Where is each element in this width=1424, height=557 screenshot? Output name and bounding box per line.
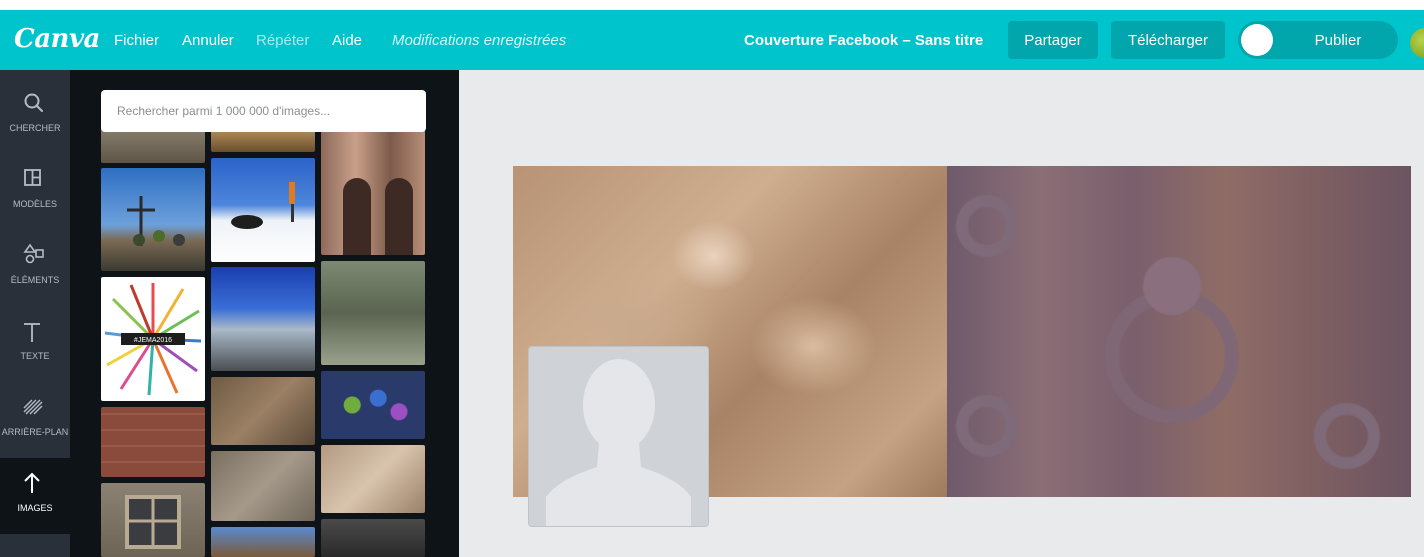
sidebar-item-label: TEXTE [20, 351, 50, 361]
top-bar: Canva Fichier Annuler Répéter Aide Modif… [0, 10, 1424, 70]
toggle-knob[interactable] [1241, 24, 1273, 56]
image-thumbnail[interactable] [211, 158, 315, 262]
image-thumbnail[interactable]: #JEMA2016 [101, 277, 205, 401]
sidebar-item-label: CHERCHER [9, 123, 61, 133]
menu-help[interactable]: Aide [332, 32, 362, 49]
sidebar-item-templates[interactable]: MODÈLES [0, 154, 70, 230]
menu-file[interactable]: Fichier [114, 32, 159, 49]
sidebar-item-label: ARRIÈRE-PLAN [1, 427, 69, 437]
image-thumbnail[interactable] [321, 519, 425, 557]
image-thumbnail[interactable] [101, 407, 205, 477]
document-title[interactable]: Couverture Facebook – Sans titre [744, 32, 983, 49]
image-thumbnail[interactable] [321, 371, 425, 439]
image-thumbnail[interactable] [101, 483, 205, 557]
snow-hikers-photo [231, 182, 295, 229]
sidebar-rail: CHERCHER MODÈLES ÉLÉMENTS TEXTE ARRIÈRE-… [0, 70, 70, 557]
cover-image-door-knocker[interactable] [947, 166, 1411, 497]
shapes-icon [23, 243, 44, 264]
sidebar-item-search[interactable]: CHERCHER [0, 78, 70, 154]
sidebar-item-label: MODÈLES [12, 199, 57, 209]
sidebar-item-label: IMAGES [17, 503, 53, 513]
share-button[interactable]: Partager [1008, 21, 1098, 59]
summit-cross-photo [127, 196, 185, 246]
image-thumbnail[interactable] [101, 168, 205, 271]
thumbnail-label: #JEMA2016 [134, 337, 172, 344]
menu-undo[interactable]: Annuler [182, 32, 234, 49]
image-search-input[interactable] [101, 90, 426, 132]
image-thumbnail[interactable] [211, 451, 315, 521]
color-burst-graphic: #JEMA2016 [104, 283, 202, 396]
upload-arrow-icon [24, 472, 40, 493]
canva-logo[interactable]: Canva [14, 24, 100, 54]
search-icon [24, 93, 43, 112]
image-thumbnail[interactable] [321, 122, 425, 255]
person-silhouette-icon [546, 359, 691, 526]
layout-icon [24, 169, 41, 186]
image-thumbnail[interactable] [321, 445, 425, 513]
text-icon [24, 323, 40, 342]
images-panel: #JEMA2016 [70, 70, 459, 557]
image-thumbnail[interactable] [321, 261, 425, 365]
download-button[interactable]: Télécharger [1111, 21, 1225, 59]
publish-label: Publier [1314, 31, 1362, 49]
publish-toggle[interactable]: Publier [1238, 21, 1398, 59]
sidebar-item-label: ÉLÉMENTS [10, 275, 60, 285]
sidebar-item-images[interactable]: IMAGES [0, 458, 70, 534]
sidebar-item-background[interactable]: ARRIÈRE-PLAN [0, 382, 70, 458]
profile-picture-placeholder[interactable] [529, 347, 708, 526]
sidebar-item-text[interactable]: TEXTE [0, 306, 70, 382]
image-thumbnail[interactable] [211, 527, 315, 557]
avatar[interactable] [1410, 28, 1424, 58]
save-status: Modifications enregistrées [392, 32, 567, 49]
sidebar-item-elements[interactable]: ÉLÉMENTS [0, 230, 70, 306]
window-photo [125, 495, 181, 549]
menu-redo[interactable]: Répéter [256, 32, 309, 49]
background-icon [23, 399, 43, 415]
arches-photo [343, 178, 413, 255]
image-thumbnail[interactable] [211, 267, 315, 371]
image-thumbnail[interactable] [211, 377, 315, 445]
